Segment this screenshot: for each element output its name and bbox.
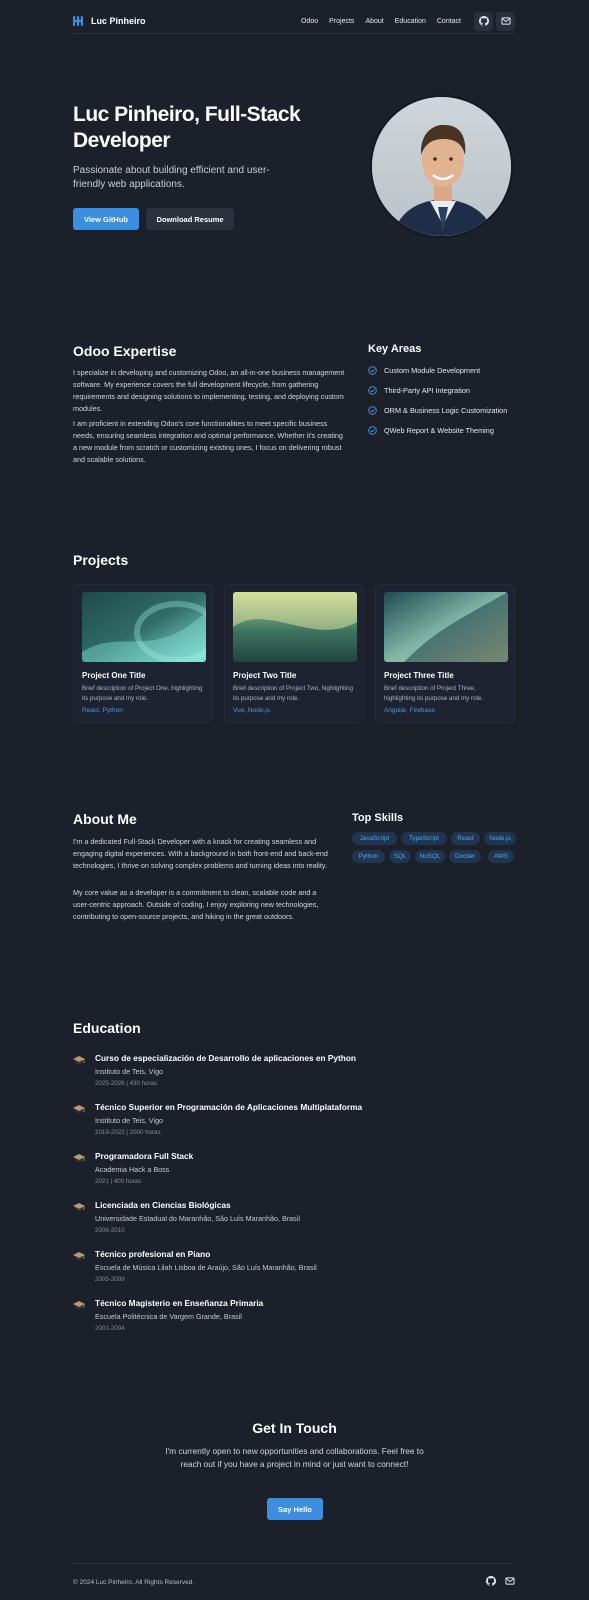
key-area-item: QWeb Report & Website Theming xyxy=(368,426,494,435)
logo-icon xyxy=(73,16,83,26)
key-area-item: Custom Module Development xyxy=(368,366,480,375)
education-title: Técnico profesional en Piano xyxy=(95,1249,211,1259)
education-institution: Academia Hack a Boss xyxy=(95,1165,170,1174)
key-area-item: Third-Party API Integration xyxy=(368,386,470,395)
education-institution: Instituto de Teis, Vigo xyxy=(95,1067,164,1076)
about-paragraph-1: I'm a dedicated Full-Stack Developer wit… xyxy=(73,837,328,870)
graduation-cap-icon xyxy=(73,1252,85,1260)
nav-link-projects[interactable]: Projects xyxy=(329,18,354,25)
graduation-cap-icon xyxy=(73,1056,85,1064)
project-title: Project Three Title xyxy=(384,671,454,680)
nav-link-about[interactable]: About xyxy=(365,18,383,25)
education-title: Curso de especialización de Desarrollo d… xyxy=(95,1053,356,1063)
nav-link-education[interactable]: Education xyxy=(395,18,426,25)
check-circle-icon xyxy=(368,406,377,415)
skill-chip: SQL xyxy=(389,850,411,863)
project-card[interactable]: Project One Title Brief description of P… xyxy=(73,584,213,723)
project-image xyxy=(233,592,357,662)
about-heading: About Me xyxy=(73,811,137,827)
skill-chip: Node.js xyxy=(484,832,516,845)
education-heading: Education xyxy=(73,1020,141,1036)
skills-heading: Top Skills xyxy=(352,812,404,824)
nav-divider xyxy=(73,33,515,34)
contact-heading: Get In Touch xyxy=(252,1420,337,1436)
key-areas-heading: Key Areas xyxy=(368,343,422,355)
key-area-label: QWeb Report & Website Theming xyxy=(384,426,494,435)
project-description: Brief description of Project Three, high… xyxy=(384,685,484,702)
brand[interactable]: Luc Pinheiro xyxy=(73,16,146,26)
graduation-cap-icon xyxy=(73,1154,85,1162)
project-title: Project One Title xyxy=(82,671,146,680)
download-resume-button[interactable]: Download Resume xyxy=(146,208,234,230)
github-icon xyxy=(478,16,489,26)
project-card[interactable]: Project Two Title Brief description of P… xyxy=(224,584,364,723)
mail-button[interactable] xyxy=(496,11,515,31)
mail-icon xyxy=(500,17,511,25)
education-title: Técnico Magisterio en Enseñanza Primaria xyxy=(95,1298,264,1308)
education-date: 2005-2009 xyxy=(95,1276,125,1283)
top-nav: Luc Pinheiro Odoo Projects About Educati… xyxy=(73,8,515,34)
github-button[interactable] xyxy=(474,11,493,31)
skill-chip: Docker xyxy=(449,850,481,863)
project-image xyxy=(384,592,508,662)
odoo-heading: Odoo Expertise xyxy=(73,343,177,359)
brand-name: Luc Pinheiro xyxy=(91,16,146,26)
skill-chip: AWS xyxy=(488,850,514,863)
education-date: 2021 | 400 horas xyxy=(95,1178,142,1185)
key-area-label: Third-Party API Integration xyxy=(384,386,470,395)
project-description: Brief description of Project One, highli… xyxy=(82,685,203,702)
nav-links: Odoo Projects About Education Contact xyxy=(301,18,461,25)
education-institution: Instituto de Teis, Vigo xyxy=(95,1116,164,1125)
project-title: Project Two Title xyxy=(233,671,297,680)
odoo-paragraph-1: I specialize in developing and customizi… xyxy=(73,368,345,413)
project-tags: Vue, Node.js xyxy=(233,707,270,714)
nav-right: Odoo Projects About Education Contact xyxy=(301,11,515,31)
about-paragraph-2: My core value as a developer is a commit… xyxy=(73,888,319,921)
project-tags: Angular, Firebase xyxy=(384,707,435,714)
education-date: 2025-2026 | 430 horas xyxy=(95,1080,158,1087)
skill-chip: React xyxy=(451,832,480,845)
project-card[interactable]: Project Three Title Brief description of… xyxy=(375,584,515,723)
key-area-label: ORM & Business Logic Customization xyxy=(384,406,508,415)
education-institution: Universidade Estadual do Maranhão, São L… xyxy=(95,1214,300,1223)
education-institution: Escuela Politécnica de Vargem Grande, Br… xyxy=(95,1312,242,1321)
hero-subtitle: Passionate about building efficient and … xyxy=(73,165,270,190)
key-area-label: Custom Module Development xyxy=(384,366,481,375)
hero-title: Luc Pinheiro, Full-Stack Developer xyxy=(73,103,301,152)
graduation-cap-icon xyxy=(73,1301,85,1309)
project-image xyxy=(82,592,206,662)
education-date: 2006-2010 xyxy=(95,1227,125,1234)
github-icon[interactable] xyxy=(486,1576,496,1586)
project-tags: React, Python xyxy=(82,707,123,714)
check-circle-icon xyxy=(368,426,377,435)
say-hello-button[interactable]: Say Hello xyxy=(267,1498,323,1520)
key-area-item: ORM & Business Logic Customization xyxy=(368,406,507,415)
project-description: Brief description of Project Two, highli… xyxy=(233,685,353,702)
nav-link-contact[interactable]: Contact xyxy=(437,18,461,25)
nav-link-odoo[interactable]: Odoo xyxy=(301,18,318,25)
skill-chip: Python xyxy=(352,850,385,863)
skill-chip: NoSQL xyxy=(415,850,445,863)
mail-icon[interactable] xyxy=(505,1576,515,1586)
graduation-cap-icon xyxy=(73,1203,85,1211)
profile-photo xyxy=(370,95,513,238)
check-circle-icon xyxy=(368,386,377,395)
skill-chip: TypeScript xyxy=(401,832,447,845)
view-github-button[interactable]: View GitHub xyxy=(73,208,139,230)
education-title: Licenciada en Ciencias Biológicas xyxy=(95,1200,231,1210)
projects-heading: Projects xyxy=(73,552,129,568)
education-institution: Escuela de Música Lilah Lisboa de Araújo… xyxy=(95,1263,317,1272)
education-date: 2019-2022 | 2000 horas xyxy=(95,1129,161,1136)
check-circle-icon xyxy=(368,366,377,375)
education-title: Programadora Full Stack xyxy=(95,1151,194,1161)
skill-chip: JavaScript xyxy=(352,832,397,845)
odoo-paragraph-2: I am proficient in extending Odoo's core… xyxy=(73,419,343,464)
education-date: 2001-2004 xyxy=(95,1325,125,1332)
contact-text: I'm currently open to new opportunities … xyxy=(165,1446,424,1469)
graduation-cap-icon xyxy=(73,1105,85,1113)
footer-divider xyxy=(73,1563,515,1564)
copyright: © 2024 Luc Pinheiro. All Rights Reserved… xyxy=(73,1579,195,1586)
education-title: Técnico Superior en Programación de Apli… xyxy=(95,1102,363,1112)
